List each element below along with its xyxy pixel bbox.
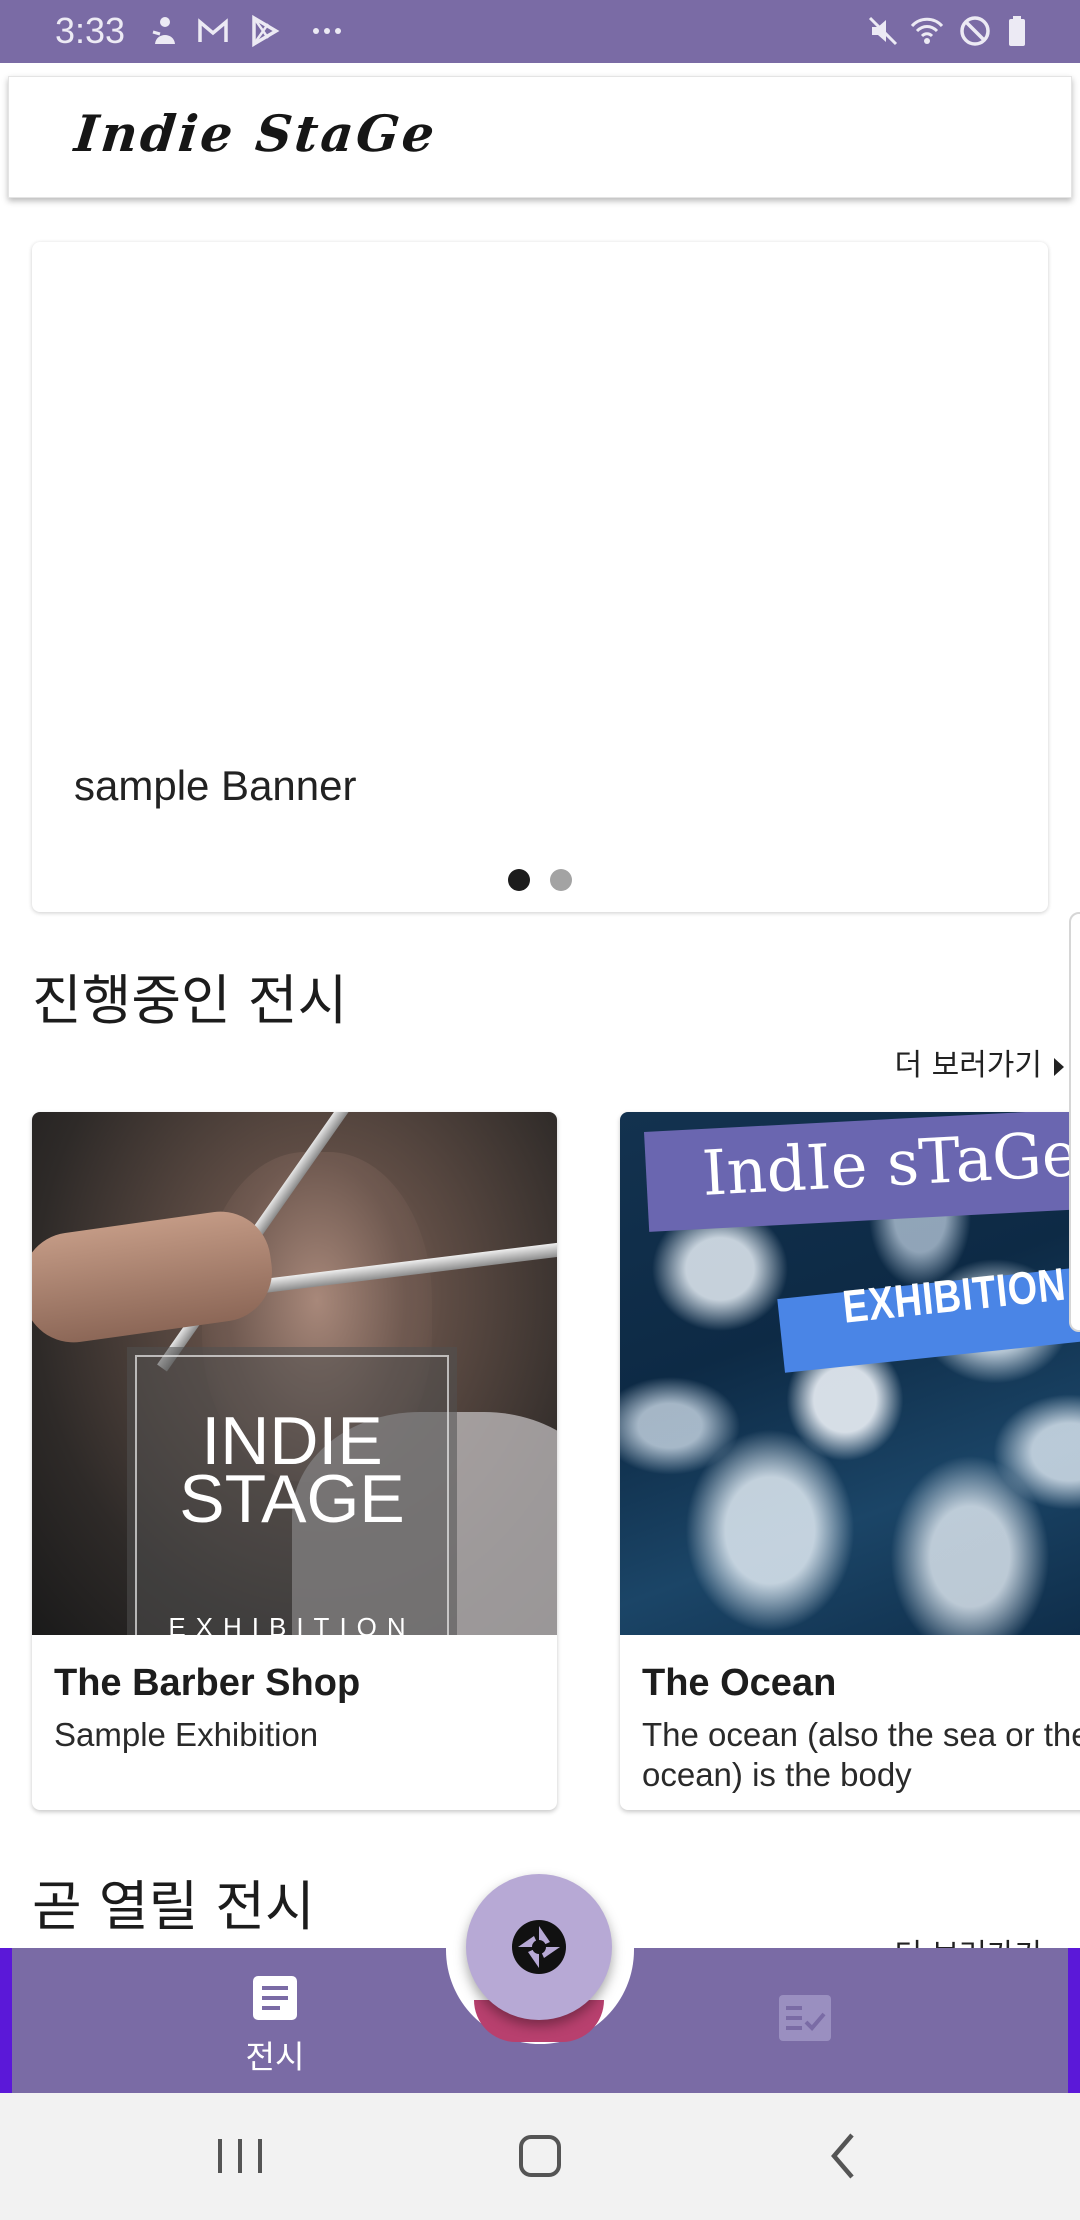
nav-edge-accent [1068, 1948, 1080, 2093]
app-bar: Indie StaGe [8, 76, 1072, 198]
banner-title: sample Banner [74, 762, 357, 809]
nav-item-label: 전시 [245, 2038, 305, 2076]
exhibition-description: Sample Exhibition [54, 1716, 319, 1753]
exhibition-card-ocean[interactable]: IndIe sTaGe EXHIBITION The Ocean The oce… [620, 1112, 1080, 1810]
more-link-label: 더 보러가기 [894, 1048, 1042, 1083]
exhibition-description: The ocean (also the sea or the world oce… [642, 1716, 1080, 1793]
exhibition-card-barber-shop[interactable]: INDIE STAGE EXHIBITION The Barber Shop S… [32, 1112, 557, 1810]
exhibition-list-icon [253, 1976, 297, 2020]
image-overlay-title: INDIE STAGE [179, 1403, 405, 1537]
gmail-icon [198, 18, 228, 42]
person-icon [152, 17, 175, 44]
page-indicator-dot-active [508, 869, 530, 891]
camera-fab[interactable] [466, 1874, 612, 2020]
exhibition-image: IndIe sTaGe EXHIBITION [620, 1112, 1080, 1635]
ongoing-section-title: 진행중인 전시 [32, 969, 348, 1032]
checklist-icon [779, 1995, 831, 2041]
page-indicator-dot [550, 869, 572, 891]
more-dots-icon [313, 28, 341, 34]
wifi-icon [910, 17, 944, 44]
camera-shutter-icon [512, 1920, 566, 1974]
battery-icon [1009, 16, 1025, 46]
ongoing-more-link[interactable]: 더 보러가기 [894, 1040, 1064, 1084]
nav-item-exhibition[interactable]: 전시 [190, 1970, 360, 2076]
upcoming-section-title: 곧 열릴 전시 [32, 1875, 315, 1938]
image-overlay-subtitle: EXHIBITION [168, 1612, 416, 1635]
home-icon[interactable] [500, 2121, 580, 2191]
exhibition-image: INDIE STAGE EXHIBITION [32, 1112, 557, 1635]
nav-edge-accent [0, 1948, 12, 2093]
status-time: 3:33 [55, 10, 126, 51]
edge-panel-handle[interactable] [1069, 912, 1080, 1332]
system-navigation-bar [0, 2093, 1080, 2220]
do-not-disturb-icon [960, 16, 990, 46]
play-store-icon [252, 14, 280, 48]
back-icon[interactable] [804, 2121, 884, 2191]
nav-item-checklist[interactable] [720, 1970, 890, 2075]
arrow-right-icon [1054, 1057, 1064, 1076]
banner-carousel[interactable]: sample Banner [32, 242, 1048, 912]
mute-icon [868, 16, 898, 46]
recents-icon[interactable] [200, 2121, 280, 2191]
app-logo[interactable]: Indie StaGe [72, 104, 440, 163]
status-bar: 3:33 [0, 0, 1080, 63]
exhibition-title: The Barber Shop [54, 1662, 361, 1704]
exhibition-title: The Ocean [642, 1662, 837, 1704]
